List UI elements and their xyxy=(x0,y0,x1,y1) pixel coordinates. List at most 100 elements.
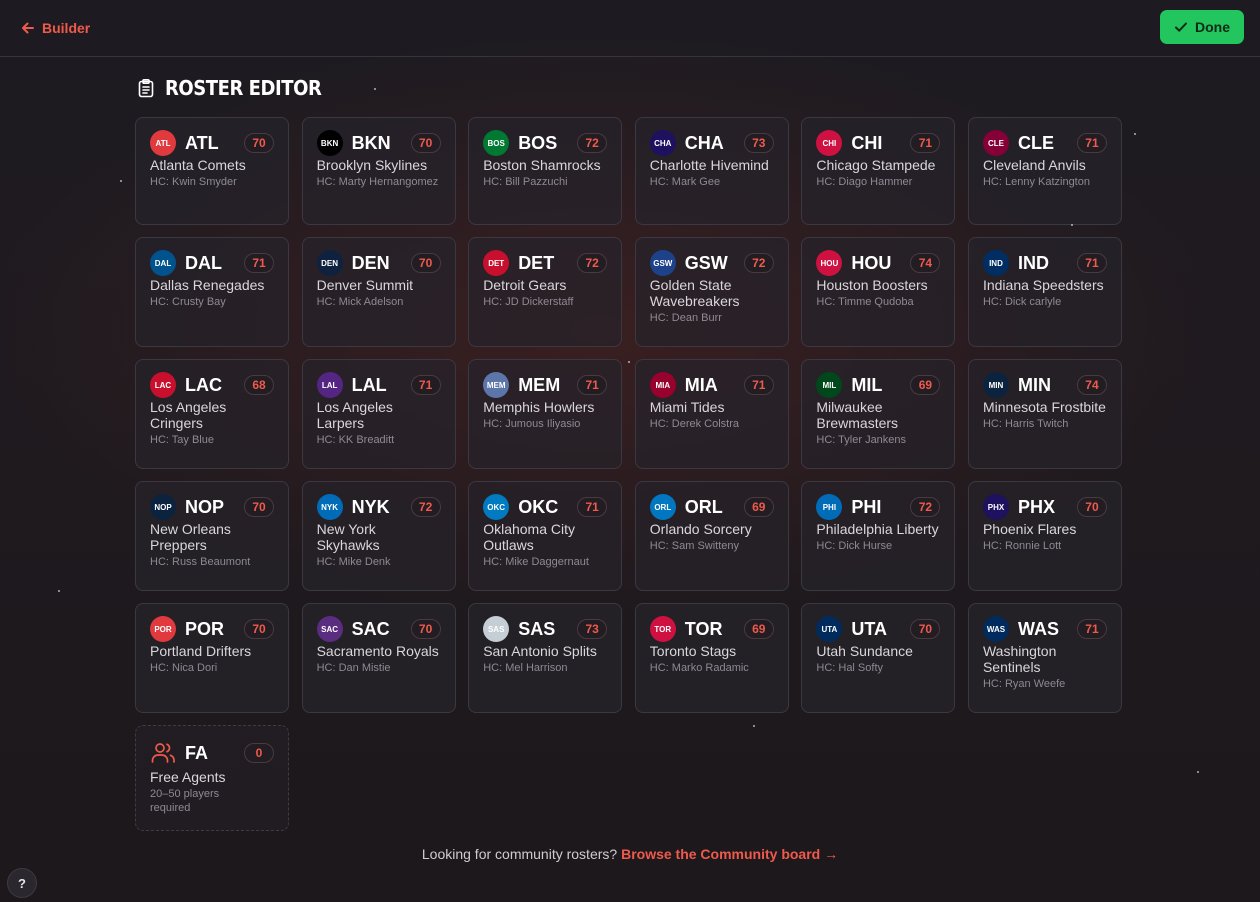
clipboard-icon xyxy=(138,78,154,98)
team-name: Free Agents xyxy=(150,769,226,785)
team-logo: PHI xyxy=(816,494,843,520)
team-card-gsw[interactable]: GSW GSW 72 Golden State Wavebreakers HC: Dea… xyxy=(634,237,789,347)
card-header: NOP NOP 70 xyxy=(150,494,274,520)
team-card-uta[interactable]: UTA UTA 70 Utah Sundance HC: Hal Softy xyxy=(801,603,956,713)
team-name: Detroit Gears xyxy=(483,277,567,293)
team-logo: DAL xyxy=(150,250,176,276)
team-card-hou[interactable]: HOU HOU 74 Houston Boosters HC: Timme Qudoba xyxy=(801,237,956,347)
back-to-builder-link[interactable]: Builder xyxy=(20,17,90,39)
background-star xyxy=(374,88,376,90)
team-card-bkn[interactable]: BKN BKN 70 Brooklyn Skylines HC: Marty Herna… xyxy=(301,117,456,225)
team-card-det[interactable]: DET DET 72 Detroit Gears HC: JD Dickerstaff xyxy=(468,237,623,347)
team-abbreviation: ATL xyxy=(185,132,219,153)
team-card-lal[interactable]: LAL LAL 71 Los Angeles Larpers HC: KK Breadi… xyxy=(301,359,456,469)
player-count-badge: 0 xyxy=(244,743,274,763)
card-header: WAS WAS 71 xyxy=(982,616,1107,642)
team-card-ind[interactable]: IND IND 71 Indiana Speedsters HC: Dick carly… xyxy=(967,237,1122,347)
footer-prompt: Looking for community rosters? xyxy=(421,846,618,862)
team-abbreviation: CHI xyxy=(851,132,883,153)
done-label: Done xyxy=(1195,19,1230,35)
head-coach: HC: Bill Pazzuchi xyxy=(483,176,568,188)
team-name: Cleveland Anvils xyxy=(982,157,1086,173)
team-card-atl[interactable]: ATL ATL 70 Atlanta Comets HC: Kwin Smyder xyxy=(135,117,289,225)
team-logo: SAS xyxy=(483,616,510,642)
team-logo: MIL xyxy=(816,372,843,398)
team-card-den[interactable]: DEN DEN 70 Denver Summit HC: Mick Adelson xyxy=(301,237,456,347)
card-header: POR POR 70 xyxy=(150,616,274,642)
background-star xyxy=(1071,224,1073,226)
team-card-mem[interactable]: MEM MEM 71 Memphis Howlers HC: Jumous Iliyas… xyxy=(468,359,623,469)
team-name: Phoenix Flares xyxy=(982,521,1077,537)
team-abbreviation: TOR xyxy=(684,618,723,639)
card-header: MIL MIL 69 xyxy=(816,372,941,398)
team-card-lac[interactable]: LAC LAC 68 Los Angeles Cringers HC: Tay Blue xyxy=(135,359,289,469)
card-header: CHI CHI 71 xyxy=(816,130,941,156)
community-board-link[interactable]: Browse the Community board → xyxy=(621,846,838,862)
team-card-orl[interactable]: ORL ORL 69 Orlando Sorcery HC: Sam Switteny xyxy=(634,481,789,591)
team-abbreviation: PHI xyxy=(851,496,882,517)
team-abbreviation: LAL xyxy=(351,374,387,395)
team-name: Utah Sundance xyxy=(816,643,913,659)
team-logo: NOP xyxy=(150,494,176,520)
head-coach: HC: Nica Dori xyxy=(150,662,218,674)
team-name: Chicago Stampede xyxy=(816,157,936,173)
team-name: Houston Boosters xyxy=(816,277,928,293)
team-name: Los Angeles Cringers xyxy=(150,399,227,431)
team-rating-badge: 70 xyxy=(244,133,274,153)
card-header: BOS BOS 72 xyxy=(483,130,608,156)
background-star xyxy=(120,180,122,182)
team-card-mia[interactable]: MIA MIA 71 Miami Tides HC: Derek Colstra xyxy=(634,359,789,469)
team-logo: TOR xyxy=(649,616,676,642)
team-card-cha[interactable]: CHA CHA 73 Charlotte Hivemind HC: Mark Gee xyxy=(634,117,789,225)
team-name: Philadelphia Liberty xyxy=(816,521,939,537)
head-coach: HC: Marko Radamic xyxy=(649,662,749,674)
team-name: Indiana Speedsters xyxy=(982,277,1104,293)
team-rating-badge: 74 xyxy=(910,253,941,273)
card-header: DET DET 72 xyxy=(483,250,608,276)
team-rating-badge: 69 xyxy=(743,619,774,639)
team-rating-badge: 71 xyxy=(244,253,274,273)
team-card-sac[interactable]: SAC SAC 70 Sacramento Royals HC: Dan Mistie xyxy=(301,603,456,713)
team-card-dal[interactable]: DAL DAL 71 Dallas Renegades HC: Crusty Bay xyxy=(135,237,289,347)
team-abbreviation: MIA xyxy=(684,374,718,395)
done-button[interactable]: Done xyxy=(1160,10,1244,44)
team-logo: OKC xyxy=(483,494,510,520)
page-header: ROSTER EDITOR xyxy=(136,74,339,102)
team-grid: ATL ATL 70 Atlanta Comets HC: Kwin Smyder BKN… xyxy=(135,117,1125,713)
team-card-tor[interactable]: TOR TOR 69 Toronto Stags HC: Marko Radamic xyxy=(634,603,789,713)
background-star xyxy=(1134,133,1136,135)
team-card-nyk[interactable]: NYK NYK 72 New York Skyhawks HC: Mike Denk xyxy=(301,481,456,591)
team-abbreviation: HOU xyxy=(851,252,892,273)
free-agents-card[interactable]: FA 0 Free Agents 20–50 players required xyxy=(135,725,289,831)
team-card-min[interactable]: MIN MIN 74 Minnesota Frostbite HC: Harris Tw… xyxy=(967,359,1122,469)
team-card-nop[interactable]: NOP NOP 70 New Orleans Preppers HC: Russ Bea… xyxy=(135,481,289,591)
card-header: PHX PHX 70 xyxy=(982,494,1107,520)
page-title: ROSTER EDITOR xyxy=(165,76,322,100)
team-card-sas[interactable]: SAS SAS 73 San Antonio Splits HC: Mel Harris… xyxy=(468,603,623,713)
team-card-phi[interactable]: PHI PHI 72 Philadelphia Liberty HC: Dick Hur… xyxy=(801,481,956,591)
team-rating-badge: 71 xyxy=(577,497,608,517)
team-logo: WAS xyxy=(982,616,1009,642)
team-logo: ORL xyxy=(649,494,676,520)
team-abbreviation: MEM xyxy=(518,374,561,395)
team-abbreviation: UTA xyxy=(851,618,888,639)
team-card-cle[interactable]: CLE CLE 71 Cleveland Anvils HC: Lenny Katzin… xyxy=(967,117,1122,225)
head-coach: HC: Sam Switteny xyxy=(649,540,740,552)
card-header: FA 0 xyxy=(150,740,274,766)
team-logo: IND xyxy=(982,250,1009,276)
team-card-mil[interactable]: MIL MIL 69 Milwaukee Brewmasters HC: Tyler J… xyxy=(801,359,956,469)
team-card-okc[interactable]: OKC OKC 71 Oklahoma City Outlaws HC: Mike Da… xyxy=(468,481,623,591)
background-star xyxy=(1197,771,1199,773)
team-card-chi[interactable]: CHI CHI 71 Chicago Stampede HC: Diago Hammer xyxy=(801,117,956,225)
card-header: NYK NYK 72 xyxy=(316,494,441,520)
team-card-was[interactable]: WAS WAS 71 Washington Sentinels HC: Ryan Wee… xyxy=(967,603,1122,713)
team-name: Memphis Howlers xyxy=(483,399,595,415)
team-abbreviation: ORL xyxy=(684,496,723,517)
help-button[interactable]: ? xyxy=(7,868,37,898)
team-card-phx[interactable]: PHX PHX 70 Phoenix Flares HC: Ronnie Lott xyxy=(967,481,1122,591)
team-name: Portland Drifters xyxy=(150,643,252,659)
team-card-por[interactable]: POR POR 70 Portland Drifters HC: Nica Dori xyxy=(135,603,289,713)
team-name: Brooklyn Skylines xyxy=(316,157,428,173)
team-card-bos[interactable]: BOS BOS 72 Boston Shamrocks HC: Bill Pazzuch… xyxy=(468,117,623,225)
head-coach: HC: Diago Hammer xyxy=(816,176,913,188)
